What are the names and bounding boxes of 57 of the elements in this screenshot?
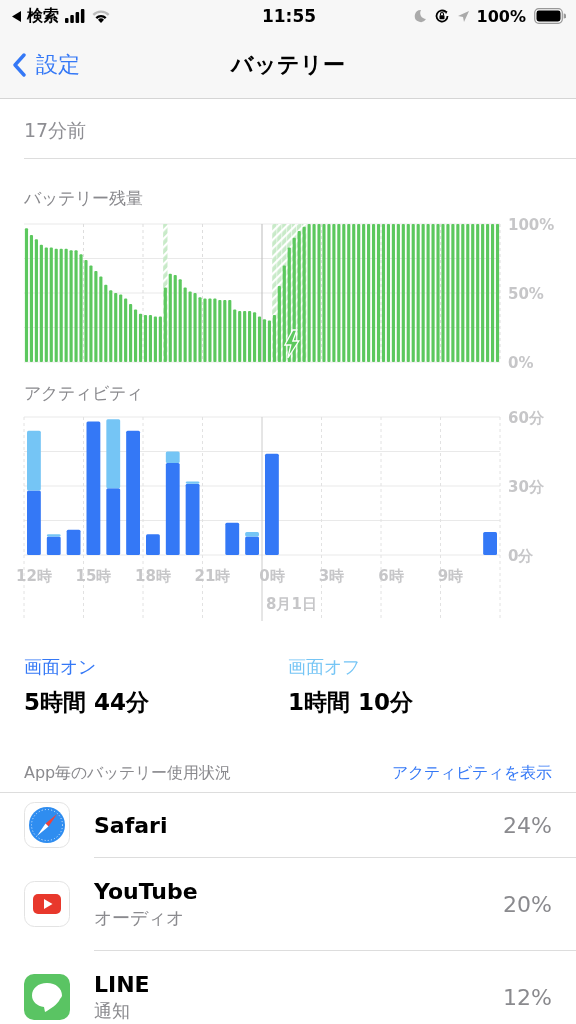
chart-title: アクティビティ (24, 382, 144, 405)
usage-percent: 24% (503, 812, 552, 838)
axis-label: 3時 (318, 567, 345, 585)
axis-label: 12時 (16, 567, 52, 585)
axis-label: 18時 (135, 567, 171, 585)
usage-percent: 20% (503, 891, 552, 917)
compass-icon[interactable] (24, 802, 70, 848)
battery-icon (534, 8, 566, 24)
clock: 11:55 (261, 6, 317, 26)
activity-bar (66, 529, 81, 555)
axis-label: 60分 (508, 409, 544, 427)
signal-icon (65, 9, 85, 23)
axis-label: 50% (508, 285, 544, 303)
rotation-lock-icon (433, 8, 450, 24)
total-label: 画面オフ (288, 655, 361, 679)
activity-bar (27, 490, 41, 555)
date-label: 8月1日 (266, 595, 317, 613)
axis-label: 9時 (437, 567, 464, 585)
last-charge-time: 17分前 (24, 118, 88, 143)
axis-label: 0分 (508, 547, 534, 565)
axis-label: 0時 (259, 567, 285, 585)
activity-bar (27, 430, 41, 491)
activity-bar (225, 522, 240, 555)
usage-percent: 12% (503, 984, 552, 1010)
activity-bar (106, 488, 121, 555)
axis-label: 100% (508, 216, 555, 234)
location-icon (457, 10, 469, 22)
total-value: 5時間 44分 (24, 688, 151, 717)
axis-label: 30分 (508, 478, 544, 496)
axis-label: 6時 (378, 567, 404, 585)
chat-bubble-icon[interactable] (24, 973, 70, 1020)
show-activity-link[interactable]: アクティビティを表示 (392, 762, 552, 784)
activity-bar (483, 532, 497, 555)
axis-label: 21時 (194, 567, 231, 585)
app-name[interactable]: LINE (94, 971, 150, 997)
wifi-icon (91, 9, 111, 23)
app-name[interactable]: Safari (94, 812, 168, 838)
page-title: バッテリー (231, 51, 345, 79)
app-detail: 通知 (94, 998, 131, 1023)
back-icon[interactable] (12, 10, 21, 22)
section-header: App毎のバッテリー使用状況 (24, 762, 232, 784)
axis-label: 15時 (75, 567, 112, 585)
back-button[interactable]: 設定 (12, 50, 80, 80)
activity-bar (146, 534, 160, 555)
activity-bar (106, 419, 121, 489)
play-icon[interactable] (24, 880, 70, 927)
total-label: 画面オン (24, 655, 97, 679)
total-value: 1時間 10分 (288, 688, 415, 717)
chevron-icon (12, 53, 26, 77)
battery-percent: 100% (476, 6, 526, 26)
app-detail: オーディオ (94, 905, 185, 930)
chart-title: バッテリー残量 (24, 187, 144, 210)
axis-label: 0% (508, 354, 534, 372)
app-name[interactable]: YouTube (94, 878, 198, 904)
back-app-label[interactable]: 検索 (27, 5, 59, 27)
moon-icon (412, 9, 426, 23)
lightning-icon (283, 329, 301, 359)
